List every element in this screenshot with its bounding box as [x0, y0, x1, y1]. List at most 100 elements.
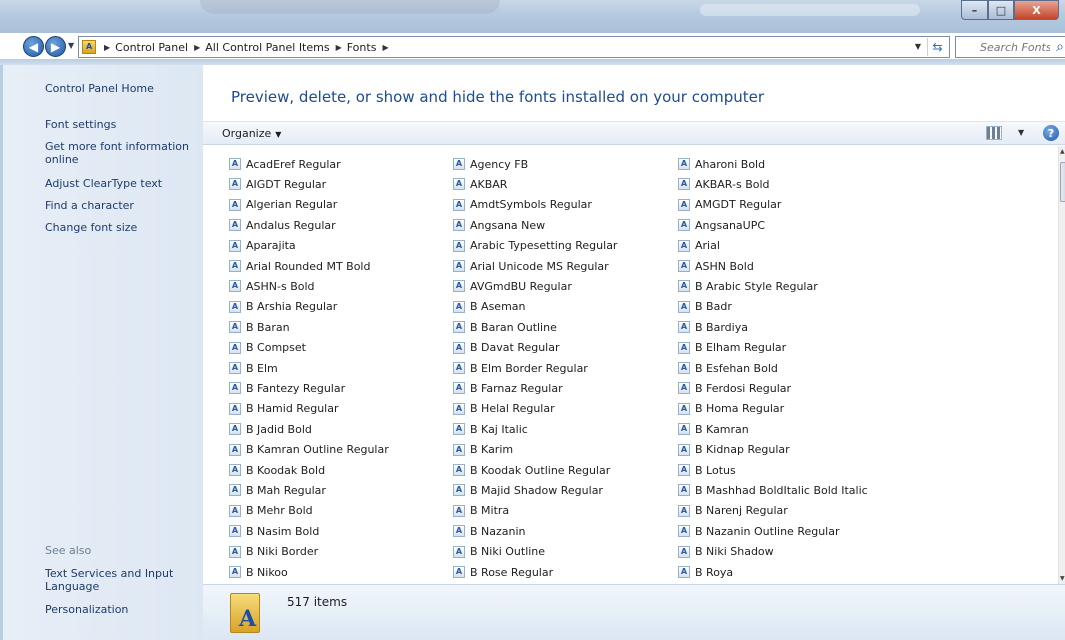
- font-item[interactable]: A AKBAR: [453, 174, 507, 194]
- font-file-icon: A: [453, 402, 465, 415]
- control-panel-home-link[interactable]: Control Panel Home: [45, 82, 154, 95]
- font-item[interactable]: A B Arshia Regular: [229, 297, 337, 317]
- change-view-icon[interactable]: [986, 126, 1002, 140]
- view-options-dropdown[interactable]: ▼: [1018, 128, 1024, 137]
- chevron-right-icon[interactable]: ▶: [336, 43, 342, 52]
- font-item[interactable]: A ASHN-s Bold: [229, 276, 315, 296]
- font-item[interactable]: A B Helal Regular: [453, 399, 555, 419]
- chevron-right-icon[interactable]: ▶: [104, 43, 110, 52]
- font-item[interactable]: A B Elm Border Regular: [453, 358, 588, 378]
- address-bar[interactable]: A ▶ Control Panel ▶ All Control Panel It…: [78, 36, 950, 58]
- vertical-scrollbar[interactable]: ▲ ▼: [1058, 146, 1065, 584]
- font-item[interactable]: A B Bardiya: [678, 317, 748, 337]
- change-font-size-link[interactable]: Change font size: [45, 221, 137, 234]
- breadcrumb-control-panel[interactable]: Control Panel: [115, 41, 188, 54]
- font-item[interactable]: A B Mashhad BoldItalic Bold Italic: [678, 480, 868, 500]
- font-item[interactable]: A B Nazanin Outline Regular: [678, 521, 840, 541]
- scroll-down-icon[interactable]: ▼: [1060, 575, 1065, 582]
- help-icon[interactable]: ?: [1043, 125, 1059, 141]
- address-dropdown-icon[interactable]: ▼: [915, 42, 921, 51]
- font-item[interactable]: A B Niki Border: [229, 542, 318, 562]
- font-item[interactable]: A B Ferdosi Regular: [678, 378, 791, 398]
- font-item[interactable]: A AIGDT Regular: [229, 174, 326, 194]
- personalization-link[interactable]: Personalization: [45, 603, 128, 616]
- scroll-up-icon[interactable]: ▲: [1060, 148, 1065, 155]
- font-item[interactable]: A B Kaj Italic: [453, 419, 528, 439]
- font-item[interactable]: A B Nasim Bold: [229, 521, 319, 541]
- font-item[interactable]: A AngsanaUPC: [678, 215, 765, 235]
- close-button[interactable]: X: [1014, 0, 1059, 20]
- text-services-link[interactable]: Text Services and Input Language: [45, 567, 195, 593]
- font-item[interactable]: A B Mah Regular: [229, 480, 326, 500]
- maximize-button[interactable]: □: [988, 0, 1014, 20]
- font-item[interactable]: A Angsana New: [453, 215, 545, 235]
- font-item[interactable]: A B Roya: [678, 562, 733, 582]
- font-item[interactable]: A AmdtSymbols Regular: [453, 195, 592, 215]
- font-item[interactable]: A B Hamid Regular: [229, 399, 339, 419]
- font-item[interactable]: A B Compset: [229, 338, 306, 358]
- font-item[interactable]: A B Fantezy Regular: [229, 378, 345, 398]
- font-item[interactable]: A B Baran Outline: [453, 317, 557, 337]
- font-item[interactable]: A B Kamran Outline Regular: [229, 440, 389, 460]
- breadcrumb-fonts[interactable]: Fonts: [347, 41, 377, 54]
- chevron-right-icon[interactable]: ▶: [382, 43, 388, 52]
- search-icon[interactable]: ⌕: [1056, 39, 1064, 55]
- font-item[interactable]: A AVGmdBU Regular: [453, 276, 572, 296]
- font-item[interactable]: A B Badr: [678, 297, 732, 317]
- organize-button[interactable]: Organize ▼: [222, 127, 281, 140]
- font-item[interactable]: A B Davat Regular: [453, 338, 560, 358]
- font-item[interactable]: A ASHN Bold: [678, 256, 754, 276]
- font-item[interactable]: A AKBAR-s Bold: [678, 174, 770, 194]
- font-item[interactable]: A Agency FB: [453, 154, 528, 174]
- font-item[interactable]: A B Nazanin: [453, 521, 526, 541]
- font-item[interactable]: A B Karim: [453, 440, 513, 460]
- font-item[interactable]: A B Mehr Bold: [229, 501, 313, 521]
- font-item[interactable]: A Aparajita: [229, 236, 296, 256]
- scrollbar-thumb[interactable]: [1060, 162, 1065, 202]
- font-item[interactable]: A B Arabic Style Regular: [678, 276, 818, 296]
- back-button[interactable]: ◀: [23, 36, 44, 57]
- font-item[interactable]: A B Koodak Outline Regular: [453, 460, 610, 480]
- font-item[interactable]: A B Koodak Bold: [229, 460, 325, 480]
- adjust-cleartype-link[interactable]: Adjust ClearType text: [45, 177, 162, 190]
- font-item[interactable]: A AcadEref Regular: [229, 154, 341, 174]
- font-item[interactable]: A B Lotus: [678, 460, 736, 480]
- font-item[interactable]: A B Homa Regular: [678, 399, 784, 419]
- font-item[interactable]: A B Niki Shadow: [678, 542, 774, 562]
- minimize-button[interactable]: –: [961, 0, 988, 20]
- font-item[interactable]: A Arial: [678, 236, 720, 256]
- font-item[interactable]: A Aharoni Bold: [678, 154, 765, 174]
- font-item[interactable]: A B Kamran: [678, 419, 749, 439]
- font-item[interactable]: A B Niki Outline: [453, 542, 545, 562]
- chevron-right-icon[interactable]: ▶: [194, 43, 200, 52]
- font-item[interactable]: A B Kidnap Regular: [678, 440, 790, 460]
- font-item[interactable]: A B Elham Regular: [678, 338, 786, 358]
- font-item[interactable]: A B Elm: [229, 358, 278, 378]
- font-item[interactable]: A Arabic Typesetting Regular: [453, 236, 617, 256]
- font-item[interactable]: A AMGDT Regular: [678, 195, 781, 215]
- font-item[interactable]: A B Esfehan Bold: [678, 358, 778, 378]
- font-item[interactable]: A Arial Rounded MT Bold: [229, 256, 370, 276]
- font-item[interactable]: A B Narenj Regular: [678, 501, 788, 521]
- font-item[interactable]: A Algerian Regular: [229, 195, 337, 215]
- get-more-font-info-link[interactable]: Get more font information online: [45, 140, 195, 166]
- font-item[interactable]: A B Jadid Bold: [229, 419, 312, 439]
- font-item[interactable]: A B Mitra: [453, 501, 509, 521]
- font-settings-link[interactable]: Font settings: [45, 118, 116, 131]
- font-item[interactable]: A B Majid Shadow Regular: [453, 480, 603, 500]
- font-item[interactable]: A B Farnaz Regular: [453, 378, 563, 398]
- font-item[interactable]: A Arial Unicode MS Regular: [453, 256, 609, 276]
- font-item[interactable]: A Andalus Regular: [229, 215, 336, 235]
- font-name: B Kaj Italic: [470, 422, 528, 436]
- find-character-link[interactable]: Find a character: [45, 199, 134, 212]
- recent-pages-dropdown[interactable]: ▼: [68, 41, 74, 50]
- font-item[interactable]: A B Rose Regular: [453, 562, 553, 582]
- search-input[interactable]: [980, 40, 1050, 54]
- font-item[interactable]: A B Baran: [229, 317, 290, 337]
- refresh-icon[interactable]: ⇆: [927, 38, 947, 56]
- font-name: B Ferdosi Regular: [695, 381, 792, 395]
- breadcrumb-all-items[interactable]: All Control Panel Items: [205, 41, 329, 54]
- forward-button[interactable]: ▶: [45, 36, 66, 57]
- font-item[interactable]: A B Aseman: [453, 297, 526, 317]
- font-item[interactable]: A B Nikoo: [229, 562, 288, 582]
